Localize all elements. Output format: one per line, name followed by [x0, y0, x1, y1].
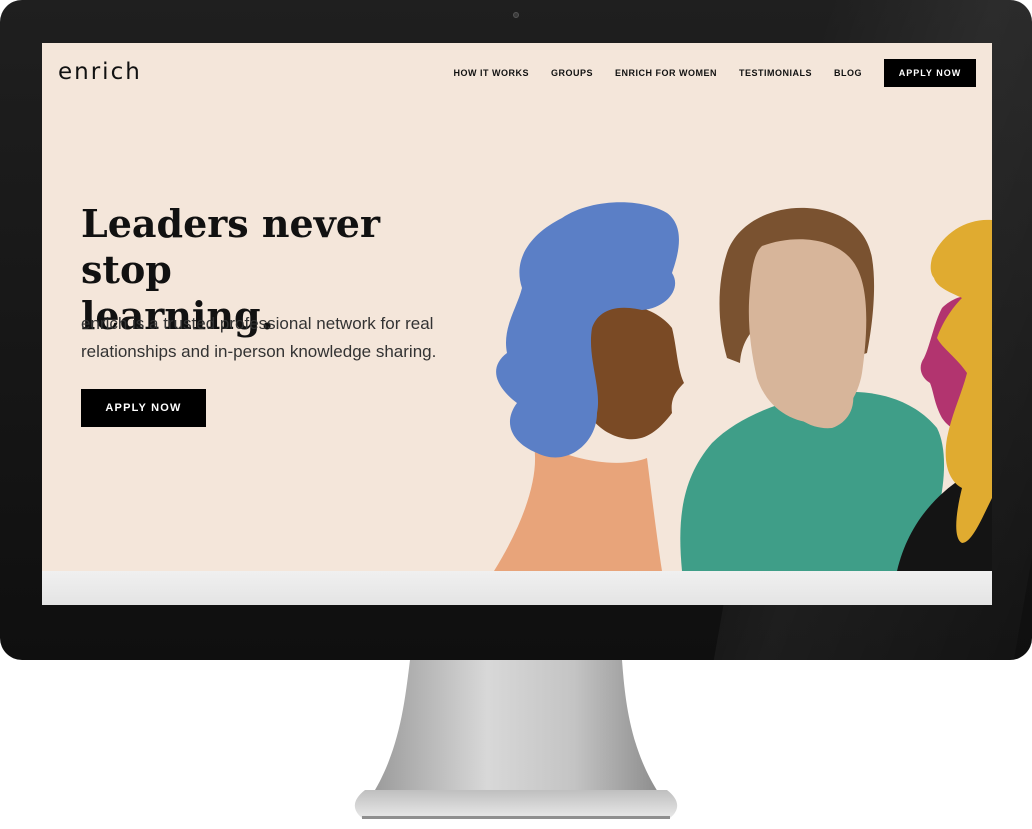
nav-link-blog[interactable]: BLOG: [834, 59, 862, 87]
nav-link-testimonials[interactable]: TESTIMONIALS: [739, 59, 812, 87]
site-logo[interactable]: enrich: [58, 59, 142, 85]
hero-subtitle: enrich is a trusted professional network…: [81, 310, 481, 366]
hero-subtitle-line-2: relationships and in-person knowledge sh…: [81, 342, 437, 361]
nav-links: HOW IT WORKS GROUPS ENRICH FOR WOMEN TES…: [453, 59, 976, 87]
stand-base-edge: [362, 816, 670, 819]
nav-link-groups[interactable]: GROUPS: [551, 59, 593, 87]
stand-neck: [372, 660, 660, 795]
monitor-stand: [354, 660, 678, 819]
nav-link-enrich-for-women[interactable]: ENRICH FOR WOMEN: [615, 59, 717, 87]
top-navigation: enrich HOW IT WORKS GROUPS ENRICH FOR WO…: [42, 43, 992, 103]
monitor-frame: enrich HOW IT WORKS GROUPS ENRICH FOR WO…: [0, 0, 1032, 660]
nav-link-how-it-works[interactable]: HOW IT WORKS: [453, 59, 529, 87]
nav-apply-now-button[interactable]: APPLY NOW: [884, 59, 976, 87]
person-1-neck: [494, 438, 662, 571]
person-2-face: [748, 239, 867, 423]
people-illustration: [494, 202, 992, 571]
stand-base: [354, 790, 678, 818]
hero-title-line-1: Leaders never stop: [81, 201, 380, 292]
below-fold-section: [42, 571, 992, 605]
hero-apply-now-button[interactable]: APPLY NOW: [81, 389, 206, 427]
browser-viewport: enrich HOW IT WORKS GROUPS ENRICH FOR WO…: [42, 43, 992, 605]
webcam-icon: [513, 12, 519, 18]
hero-subtitle-line-1: enrich is a trusted professional network…: [81, 314, 434, 333]
